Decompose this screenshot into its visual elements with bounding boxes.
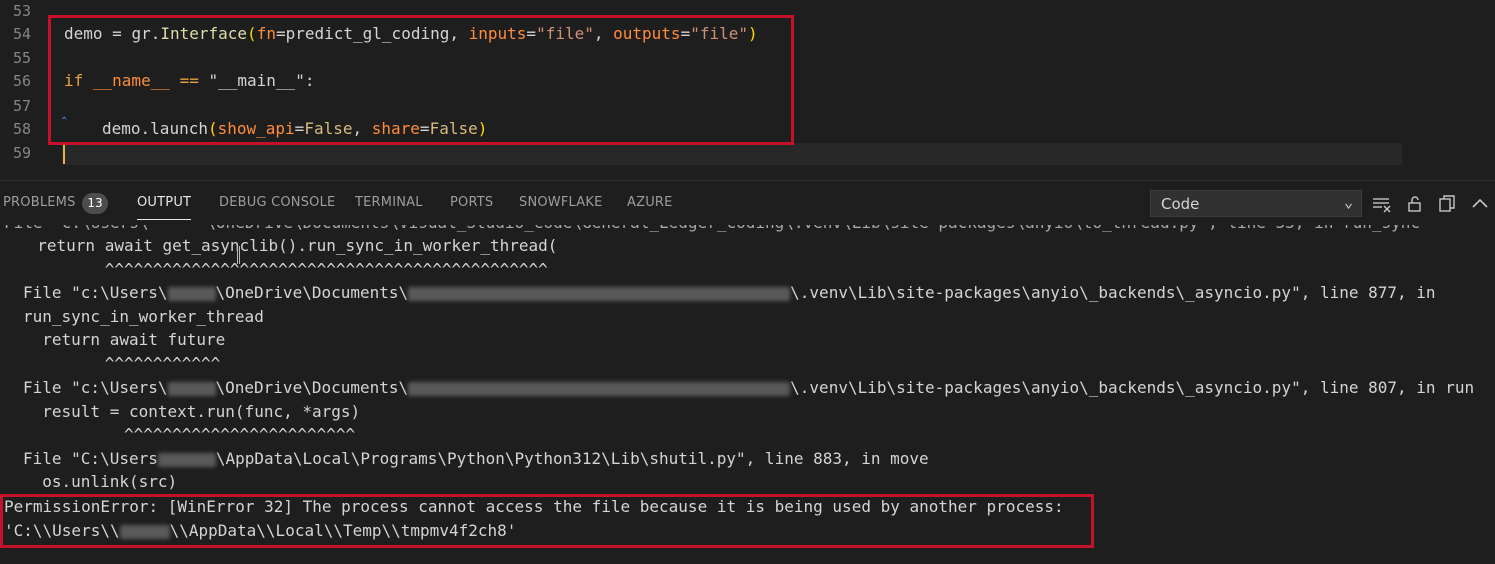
output-channel-label: Code xyxy=(1161,195,1200,213)
output-channel-select[interactable]: Code ⌄ xyxy=(1150,190,1362,217)
token: \.venv\Lib\site-packages\anyio\_backends… xyxy=(790,283,1436,302)
token: File "c:\Users\ xyxy=(23,283,168,302)
output-line: return await future xyxy=(23,330,226,349)
line-number: 57 xyxy=(12,97,31,115)
token: \.venv\Lib\site-packages\anyio\_backends… xyxy=(790,378,1475,397)
problems-count-badge: 13 xyxy=(82,193,108,214)
highlight-annotation-error xyxy=(0,494,1094,548)
mouse-ibeam-cursor xyxy=(237,246,240,264)
redacted-path xyxy=(408,286,791,301)
line-number: 59 xyxy=(12,144,31,162)
list-filter-icon[interactable] xyxy=(1372,194,1392,214)
output-line: File "c:\Users\ \OneDrive\Documents\ \.ven… xyxy=(23,281,1436,304)
token: \AppData\Local\Programs\Python\Python312… xyxy=(215,449,929,468)
chevron-down-icon: ⌄ xyxy=(1343,193,1353,211)
redacted-username xyxy=(167,286,216,301)
tab-debug-console[interactable]: DEBUG CONSOLE xyxy=(219,195,335,210)
output-line: ^^^^^^^^^^^^^^^^^^^^^^^^ xyxy=(18,425,356,444)
line-number: 54 xyxy=(12,25,31,43)
tab-problems[interactable]: PROBLEMS xyxy=(3,195,76,210)
copy-icon[interactable] xyxy=(1437,194,1457,214)
highlight-annotation-code xyxy=(48,15,794,145)
redacted-path xyxy=(408,381,791,396)
chevron-up-icon[interactable] xyxy=(1470,194,1490,214)
line-number: 55 xyxy=(12,49,31,67)
tab-ports[interactable]: PORTS xyxy=(450,195,493,210)
line-number: 53 xyxy=(12,2,31,20)
token: File "c:\Users\ xyxy=(23,378,168,397)
text-cursor xyxy=(63,145,65,164)
redacted-username xyxy=(157,452,216,467)
output-line: result = context.run(func, *args) xyxy=(23,402,361,421)
output-line: File "c:\Users\ \OneDrive\Documents\ \.ven… xyxy=(23,376,1474,399)
tab-output[interactable]: OUTPUT xyxy=(137,195,192,220)
token: File "C:\Users xyxy=(23,449,158,468)
line-number: 56 xyxy=(12,72,31,90)
redacted-username xyxy=(167,381,216,396)
tab-terminal[interactable]: TERMINAL xyxy=(355,195,423,210)
output-line: File "C:\Users \AppData\Local\Programs\Py… xyxy=(23,447,929,470)
code-editor[interactable]: 53 54 demo = gr.Interface(fn=predict_gl_… xyxy=(0,0,1495,180)
output-line: return await get_asynclib().run_sync_in_… xyxy=(18,236,558,255)
output-line: run_sync_in_worker_thread xyxy=(23,307,264,326)
token: \OneDrive\Documents\ xyxy=(215,378,409,397)
output-line: ^^^^^^^^^^^^^^^^^^^^^^^^^^^^^^^^^^^^^^^^… xyxy=(18,260,548,279)
tab-snowflake[interactable]: SNOWFLAKE xyxy=(519,195,603,210)
line-number: 58 xyxy=(12,120,31,138)
lock-icon[interactable] xyxy=(1405,194,1425,214)
tab-azure[interactable]: AZURE xyxy=(627,195,673,210)
output-line: os.unlink(src) xyxy=(23,472,178,491)
token: \OneDrive\Documents\ xyxy=(215,283,409,302)
output-line: ^^^^^^^^^^^^ xyxy=(18,354,221,373)
